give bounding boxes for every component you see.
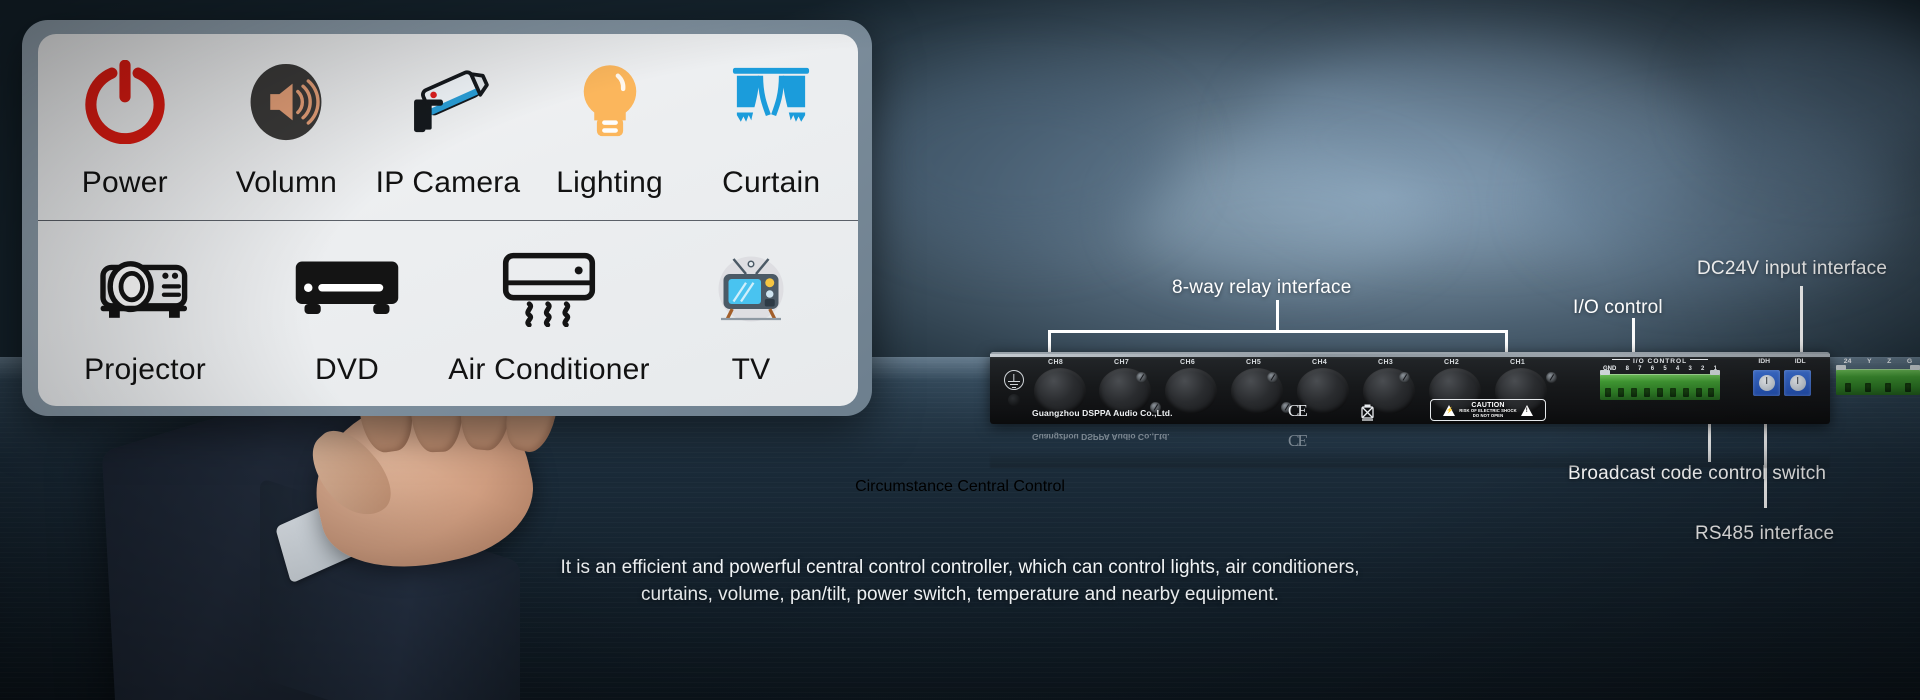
product-banner: Power Volumn [0,0,1920,700]
vignette-overlay [0,0,1920,700]
